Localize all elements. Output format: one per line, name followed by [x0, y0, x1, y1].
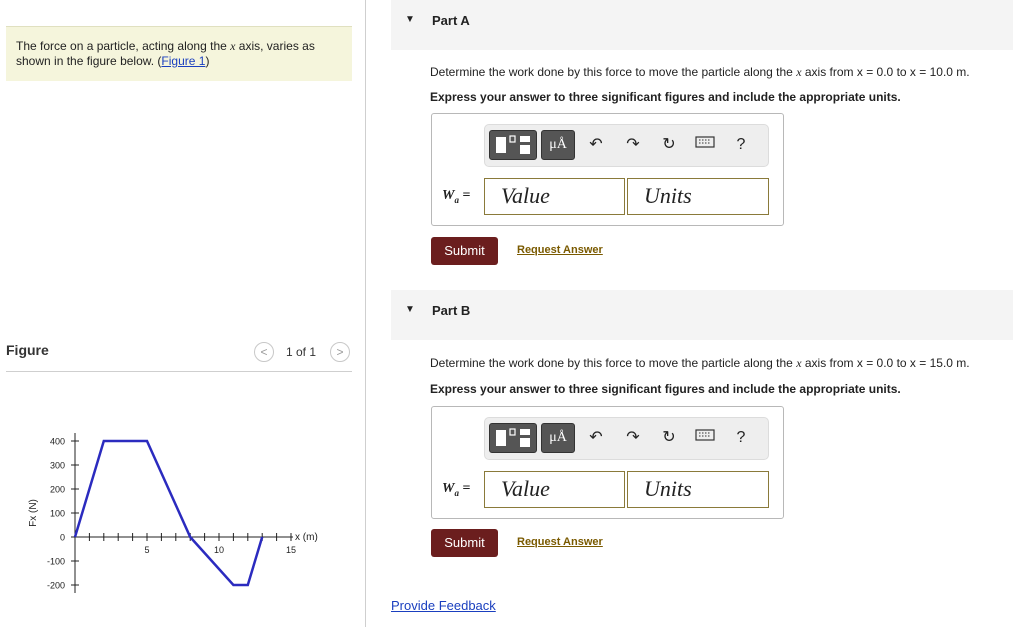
problem-statement: The force on a particle, acting along th…	[6, 26, 352, 81]
part-b-answer-box: μÅ ↶ ↷ ↻ ? Wa = Value Units	[431, 406, 784, 519]
to-value: x = 15.0 m.	[909, 356, 970, 370]
keyboard-icon[interactable]	[695, 135, 715, 155]
from-value: x = 0.0	[856, 356, 894, 370]
part-a-question: Determine the work done by this force to…	[430, 65, 970, 80]
x-tick-label: 15	[286, 545, 296, 555]
y-tick-label: 300	[50, 461, 65, 471]
chevron-right-icon: >	[336, 345, 344, 359]
units-icon: μÅ	[549, 137, 567, 152]
redo-icon[interactable]: ↷	[623, 428, 643, 448]
part-a-request-answer-link[interactable]: Request Answer	[517, 244, 603, 256]
part-a-header[interactable]: ▼ Part A	[391, 0, 1013, 50]
y-tick-label: 200	[50, 485, 65, 495]
redo-icon[interactable]: ↷	[623, 135, 643, 155]
figure-header: Figure < 1 of 1 >	[6, 340, 352, 372]
next-figure-button[interactable]: >	[330, 342, 350, 362]
caret-down-icon: ▼	[405, 14, 415, 25]
left-panel: The force on a particle, acting along th…	[0, 0, 366, 627]
units-icon: μÅ	[549, 430, 567, 445]
y-tick-label: 100	[50, 509, 65, 519]
math-toolbar: μÅ ↶ ↷ ↻ ?	[484, 417, 769, 460]
figure-title: Figure	[6, 342, 49, 358]
part-a-submit-button[interactable]: Submit	[431, 237, 498, 265]
question-text: axis from	[801, 356, 857, 370]
prev-figure-button[interactable]: <	[254, 342, 274, 362]
question-text: axis from	[801, 65, 857, 79]
help-icon[interactable]: ?	[731, 428, 751, 448]
value-input[interactable]: Value	[484, 471, 625, 508]
part-b-submit-button[interactable]: Submit	[431, 529, 498, 557]
to-value: x = 10.0 m.	[909, 65, 970, 79]
reset-icon[interactable]: ↻	[659, 428, 679, 448]
x-tick-label: 10	[214, 545, 224, 555]
part-b-instruction: Express your answer to three significant…	[430, 382, 901, 396]
answer-variable: Wa =	[442, 188, 471, 205]
force-graph: 400 300 200 100 0 -100 -200 5 10 15 x (m) Fx (N)	[28, 433, 318, 593]
y-tick-label: 0	[60, 533, 65, 543]
intro-close: )	[205, 54, 210, 68]
part-b-request-answer-link[interactable]: Request Answer	[517, 536, 603, 548]
part-b-question: Determine the work done by this force to…	[430, 356, 970, 371]
y-tick-label: 400	[50, 437, 65, 447]
y-tick-label: -100	[47, 557, 65, 567]
question-text: to	[893, 356, 910, 370]
chevron-left-icon: <	[260, 345, 268, 359]
value-input[interactable]: Value	[484, 178, 625, 215]
x-tick-label: 5	[144, 545, 149, 555]
templates-button[interactable]	[489, 423, 537, 453]
intro-text: The force on a particle, acting along th…	[16, 39, 231, 53]
math-toolbar: μÅ ↶ ↷ ↻ ?	[484, 124, 769, 167]
force-series-line	[73, 439, 264, 587]
part-a-instruction: Express your answer to three significant…	[430, 90, 901, 104]
part-a-title: Part A	[432, 13, 470, 28]
figure-link[interactable]: Figure 1	[161, 54, 205, 68]
units-input[interactable]: Units	[627, 178, 769, 215]
figure-pager: 1 of 1	[286, 345, 317, 359]
help-icon[interactable]: ?	[731, 135, 751, 155]
undo-icon[interactable]: ↶	[586, 135, 606, 155]
y-tick-label: -200	[47, 581, 65, 591]
from-value: x = 0.0	[856, 65, 894, 79]
caret-down-icon: ▼	[405, 304, 415, 315]
question-text: Determine the work done by this force to…	[430, 356, 797, 370]
templates-button[interactable]	[489, 130, 537, 160]
units-button[interactable]: μÅ	[541, 423, 575, 453]
part-b-title: Part B	[432, 303, 471, 318]
undo-icon[interactable]: ↶	[586, 428, 606, 448]
part-a-answer-box: μÅ ↶ ↷ ↻ ? Wa = Value Units	[431, 113, 784, 226]
question-text: to	[893, 65, 910, 79]
units-input[interactable]: Units	[627, 471, 769, 508]
units-button[interactable]: μÅ	[541, 130, 575, 160]
provide-feedback-link[interactable]: Provide Feedback	[391, 598, 496, 613]
reset-icon[interactable]: ↻	[659, 135, 679, 155]
y-axis-label: Fx (N)	[28, 499, 39, 527]
templates-icon	[496, 428, 530, 447]
templates-icon	[496, 135, 530, 154]
question-text: Determine the work done by this force to…	[430, 65, 797, 79]
keyboard-icon[interactable]	[695, 428, 715, 448]
part-b-header[interactable]: ▼ Part B	[391, 290, 1013, 340]
answer-variable: Wa =	[442, 481, 471, 498]
x-axis-label: x (m)	[295, 532, 318, 543]
